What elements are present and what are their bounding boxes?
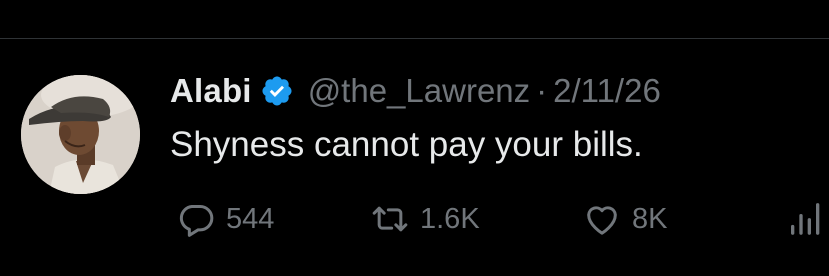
verified-badge-icon [260,74,294,108]
author-name[interactable]: Alabi [170,72,252,110]
repost-button[interactable]: 1.6K [370,197,480,241]
heart-icon [582,199,622,239]
like-button[interactable]: 8K [582,197,667,241]
views-chart-icon [786,199,826,239]
avatar-image [21,75,140,194]
reply-icon [176,199,216,239]
reply-button[interactable]: 544 [176,197,274,241]
repost-count: 1.6K [420,202,480,235]
repost-icon [370,199,410,239]
like-count: 8K [632,202,668,235]
tweet-actions: 544 1.6K 8K [170,197,829,241]
separator-dot: · [536,72,548,109]
tweet-header: Alabi @the_Lawrenz · 2/11/26 [170,69,661,113]
tweet[interactable]: Alabi @the_Lawrenz · 2/11/26 Shyness can… [0,39,829,276]
author-handle[interactable]: @the_Lawrenz [308,72,530,110]
avatar[interactable] [21,75,140,194]
tweet-text: Shyness cannot pay your bills. [170,125,643,164]
tweet-date[interactable]: 2/11/26 [553,72,661,110]
views-button[interactable] [786,197,826,241]
reply-count: 544 [226,202,275,235]
